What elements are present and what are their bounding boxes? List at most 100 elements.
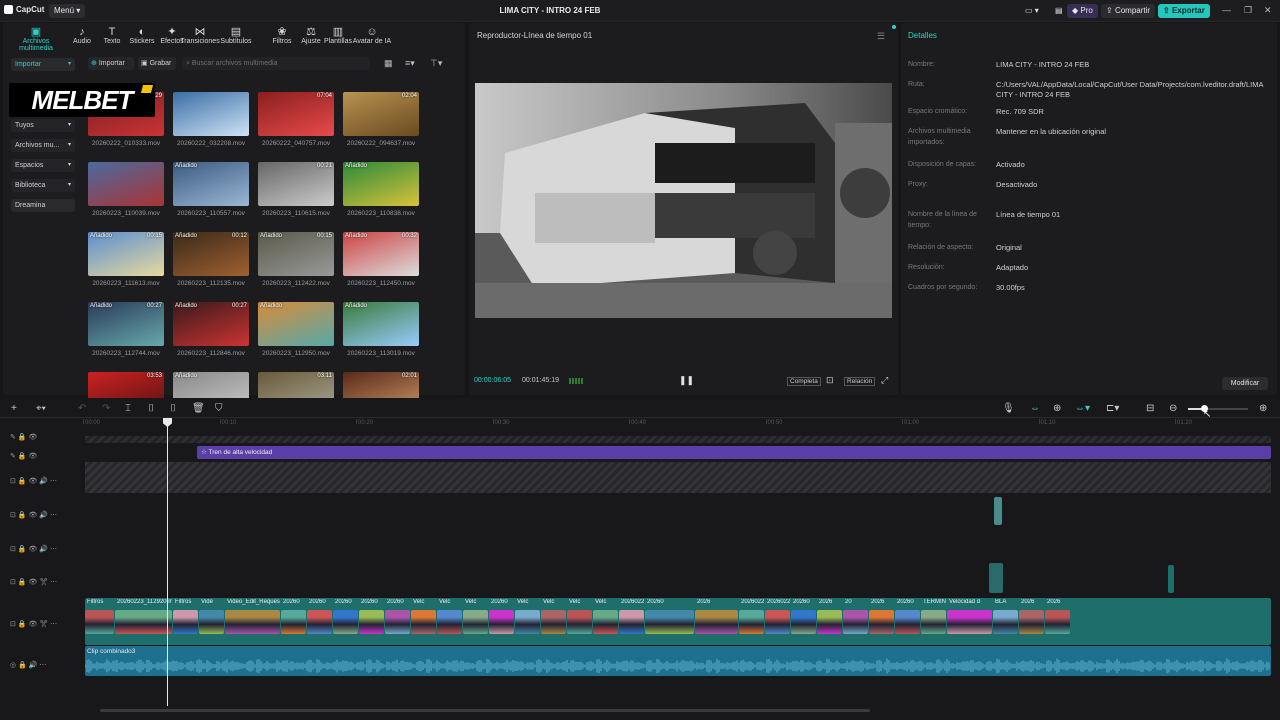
layout-icon[interactable]: ▭ ▾ [1020, 4, 1044, 18]
main-track-clip[interactable] [437, 610, 462, 634]
overlay-clip[interactable] [994, 497, 1002, 525]
main-track-clip[interactable] [307, 610, 332, 634]
media-thumbnail[interactable]: Añadido 00:15 [88, 232, 164, 276]
full-quality-button[interactable]: Completa [787, 377, 821, 386]
main-track-clip[interactable] [385, 610, 410, 634]
main-track-clip[interactable] [993, 610, 1018, 634]
sidebar-item[interactable]: Archivos mu... ▾ [11, 139, 75, 152]
main-track-clip[interactable] [85, 610, 114, 634]
sort-icon[interactable]: ≡▾ [405, 58, 415, 69]
effect-clip[interactable]: ☆ Tren de alta velocidad [197, 446, 1271, 459]
media-thumbnail[interactable]: Añadido [258, 302, 334, 346]
toolbar-subtitles[interactable]: ▤ Subtítulos [216, 26, 256, 45]
grid-view-icon[interactable]: ▦ [384, 58, 393, 69]
close-icon[interactable]: ✕ [1264, 5, 1272, 16]
track-control-group[interactable]: ⊡ 🔒 👁 ✂ ⋯ [10, 578, 57, 586]
toolbar-transitions[interactable]: ⋈ Transiciones [180, 26, 220, 45]
import-sidebar-item[interactable]: Importar ▾ [11, 58, 75, 71]
overlay-clip[interactable] [1168, 565, 1174, 593]
main-track-clip[interactable] [567, 610, 592, 634]
track-control-group[interactable]: ◎ 🔒 🔊 ⋯ [10, 661, 46, 669]
track-control-group[interactable]: ✎ 🔒 👁 [10, 433, 37, 441]
toolbar-ai-avatar[interactable]: ☺ Avatar de IA [346, 26, 398, 45]
media-thumbnail[interactable]: 02:04 [343, 92, 419, 136]
player-menu-icon[interactable]: ☰ [877, 31, 885, 42]
trim-right-icon[interactable]: ⌷ [170, 403, 176, 414]
media-thumbnail[interactable]: Añadido 00:27 [173, 302, 249, 346]
import-button[interactable]: ⊕ Importar [88, 57, 134, 70]
main-track-clip[interactable] [541, 610, 566, 634]
main-track-clip[interactable] [333, 610, 358, 634]
zoom-out-icon[interactable]: ⊖ [1169, 403, 1177, 414]
main-track-clip[interactable] [765, 610, 790, 634]
audio-clip[interactable]: Clip combinado3 [85, 646, 1271, 676]
track-control-group[interactable]: ⊡ 🔒 👁 🔊 ⋯ [10, 511, 57, 519]
minimize-icon[interactable]: — [1222, 5, 1231, 15]
sidebar-item[interactable]: Espacios ▾ [11, 159, 75, 172]
preview-axis-icon[interactable]: ⊏▾ [1106, 403, 1119, 414]
track-control-group[interactable]: ⊡ 🔒 👁 ✂ ⋯ [10, 620, 57, 628]
monitor-icon[interactable]: ▤ [1050, 4, 1068, 18]
media-thumbnail[interactable]: 00:21 [258, 162, 334, 206]
split-icon[interactable]: ⌶ [125, 403, 131, 414]
caption-icon[interactable]: ⊟ [1146, 403, 1154, 414]
main-track-clip[interactable] [645, 610, 694, 634]
toolbar-media[interactable]: ▣ Archivos multimedia [9, 26, 63, 52]
main-track-clip[interactable] [489, 610, 514, 634]
modify-button[interactable]: Modificar [1222, 377, 1268, 390]
pro-badge[interactable]: ◆ Pro [1067, 4, 1098, 18]
main-track-link-icon[interactable]: ⇔ [1030, 403, 1040, 414]
shield-icon[interactable]: ⛉ [215, 403, 223, 414]
main-track-clip[interactable] [921, 610, 946, 634]
trim-left-icon[interactable]: ⌷ [148, 403, 154, 414]
overlay-clip[interactable] [989, 563, 1003, 593]
fullscreen-icon[interactable]: ⤢ [881, 375, 888, 386]
media-thumbnail[interactable]: 07:04 [258, 92, 334, 136]
search-input[interactable]: ⌕ Buscar archivos multimedia [182, 57, 370, 70]
main-track-clip[interactable] [281, 610, 306, 634]
track-control-group[interactable]: ⊡ 🔒 👁 🔊 ⋯ [10, 545, 57, 553]
main-track-clip[interactable] [359, 610, 384, 634]
pause-icon[interactable]: ❚❚ [679, 375, 694, 386]
playhead[interactable] [167, 418, 168, 706]
sidebar-item[interactable]: Biblioteca ▾ [11, 179, 75, 192]
main-track-clip[interactable] [463, 610, 488, 634]
main-track-clip[interactable] [225, 610, 280, 634]
main-track-clip[interactable] [173, 610, 198, 634]
main-track-clip[interactable] [817, 610, 842, 634]
export-button[interactable]: ⇧ Exportar [1158, 4, 1210, 18]
record-button[interactable]: ▣ Grabar [138, 57, 176, 70]
main-track-clip[interactable] [411, 610, 436, 634]
sidebar-item[interactable]: Tuyos ▾ [11, 119, 75, 132]
delete-icon[interactable]: 🗑 [192, 403, 205, 414]
main-track-clip[interactable] [895, 610, 920, 634]
media-thumbnail[interactable] [173, 92, 249, 136]
main-track-clip[interactable] [791, 610, 816, 634]
filter-icon[interactable]: ⊤▾ [430, 58, 442, 69]
main-track-clip[interactable] [515, 610, 540, 634]
main-track-clip[interactable] [843, 610, 868, 634]
media-thumbnail[interactable]: Añadido 00:15 [258, 232, 334, 276]
main-track-clip[interactable] [1019, 610, 1044, 634]
main-track-clip[interactable] [739, 610, 764, 634]
zoom-in-icon[interactable]: ⊕ [1259, 403, 1267, 414]
media-thumbnail[interactable]: Añadido [173, 162, 249, 206]
main-track-clip[interactable] [869, 610, 894, 634]
restore-icon[interactable]: ❐ [1244, 5, 1252, 16]
sidebar-item[interactable]: Dreamina [11, 199, 75, 212]
horizontal-scrollbar[interactable] [100, 709, 870, 712]
toolbar-text[interactable]: T Texto [95, 26, 129, 45]
main-track-clip[interactable] [593, 610, 618, 634]
media-thumbnail[interactable]: Añadido [343, 162, 419, 206]
media-thumbnail[interactable]: Añadido [343, 302, 419, 346]
fit-screen-icon[interactable]: ⊡ [826, 375, 834, 386]
main-track-clip[interactable] [1045, 610, 1070, 634]
video-preview[interactable] [475, 83, 892, 318]
track-control-group[interactable]: ✎ 🔒 👁 [10, 452, 37, 460]
snap-icon[interactable]: ⊕ [1053, 403, 1061, 414]
select-tool-icon[interactable]: ⌖▾ [36, 403, 46, 414]
media-thumbnail[interactable]: Añadido 00:32 [343, 232, 419, 276]
media-thumbnail[interactable]: Añadido 00:27 [88, 302, 164, 346]
toolbar-audio[interactable]: ♪ Audio [65, 26, 99, 45]
main-track-clip[interactable] [947, 610, 992, 634]
